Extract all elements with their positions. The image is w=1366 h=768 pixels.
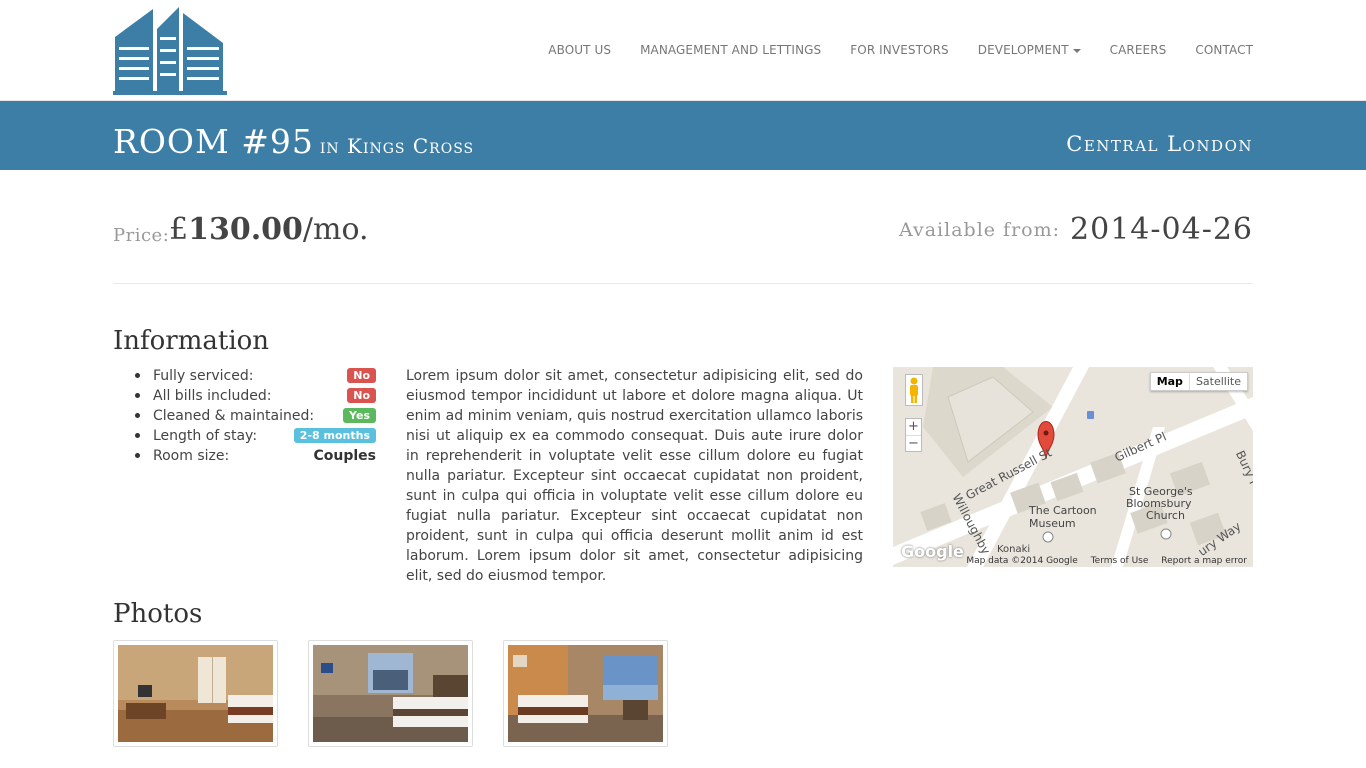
map-place-label: Konaki (997, 544, 1031, 555)
location-map[interactable]: + − Map Satellite Great Russell St Gilbe… (893, 367, 1253, 567)
photo-thumbnail[interactable] (308, 640, 473, 747)
google-logo[interactable]: Google (901, 542, 964, 561)
map-place-label: The Cartoon (1029, 504, 1097, 517)
bedroom-photo-1 (118, 645, 273, 742)
map-place-label: Church (1146, 509, 1185, 522)
map-type-control: Map Satellite (1149, 372, 1248, 391)
room-size-value: Couples (313, 448, 376, 464)
map-report-error-link[interactable]: Report a map error (1161, 556, 1247, 566)
photos-heading: Photos (113, 599, 203, 629)
map-type-map-button[interactable]: Map (1151, 373, 1189, 390)
nav-development[interactable]: DEVELOPMENT (978, 43, 1081, 57)
caret-down-icon (1072, 48, 1081, 53)
price-value: £130.00/mo. (169, 212, 369, 247)
info-list: Fully serviced: No All bills included: No … (135, 366, 376, 466)
info-label: Cleaned & maintained: (153, 408, 315, 424)
room-name: ROOM #95 (113, 122, 314, 161)
list-item: All bills included: No (135, 386, 376, 406)
list-item: Fully serviced: No (135, 366, 376, 386)
navbar: ABOUT US MANAGEMENT AND LETTINGS FOR INV… (0, 0, 1366, 101)
status-badge: No (347, 368, 376, 383)
info-label: Length of stay: (153, 428, 258, 444)
company-logo[interactable] (113, 7, 227, 95)
status-badge: Yes (343, 408, 376, 423)
map-terms-link[interactable]: Terms of Use (1091, 556, 1149, 566)
main-nav: ABOUT US MANAGEMENT AND LETTINGS FOR INV… (519, 0, 1253, 100)
street-view-pegman-icon[interactable] (905, 374, 923, 406)
nav-about-us[interactable]: ABOUT US (548, 43, 611, 57)
map-footer: Map data ©2014 Google Terms of Use Repor… (956, 556, 1247, 566)
room-region: Central London (1066, 132, 1253, 156)
list-item: Length of stay: 2-8 months (135, 426, 376, 446)
price-label: Price: (113, 225, 170, 246)
price-row: Price: £130.00/mo. Available from: 2014-0… (113, 212, 1253, 262)
information-heading: Information (113, 326, 270, 356)
zoom-out-button[interactable]: − (906, 435, 921, 451)
zoom-in-button[interactable]: + (906, 419, 921, 435)
nav-development-label: DEVELOPMENT (977, 43, 1069, 57)
info-label: All bills included: (153, 388, 272, 404)
divider (113, 283, 1253, 284)
map-data-credit: Map data ©2014 Google (966, 556, 1078, 566)
room-location: in Kings Cross (319, 134, 475, 158)
nav-careers[interactable]: CAREERS (1110, 43, 1167, 57)
price-period: /mo. (302, 212, 369, 247)
price-amount: 130.00 (188, 212, 303, 247)
nav-contact[interactable]: CONTACT (1195, 43, 1253, 57)
room-description: Lorem ipsum dolor sit amet, consectetur … (406, 368, 863, 584)
availability: Available from: 2014-04-26 (899, 212, 1253, 247)
available-label: Available from: (899, 219, 1061, 241)
info-label: Room size: (153, 448, 230, 464)
map-tiles[interactable] (893, 367, 1253, 567)
list-item: Room size: Couples (135, 446, 376, 466)
room-banner: ROOM #95 in Kings Cross Central London (0, 101, 1366, 170)
nav-for-investors[interactable]: FOR INVESTORS (850, 43, 948, 57)
bedroom-photo-3 (508, 645, 663, 742)
nav-management-lettings[interactable]: MANAGEMENT AND LETTINGS (640, 43, 821, 57)
photo-thumbnail[interactable] (503, 640, 668, 747)
info-label: Fully serviced: (153, 368, 254, 384)
list-item: Cleaned & maintained: Yes (135, 406, 376, 426)
bedroom-photo-2 (313, 645, 468, 742)
photo-thumbnail[interactable] (113, 640, 278, 747)
zoom-control: + − (905, 418, 922, 452)
status-badge: No (347, 388, 376, 403)
map-type-satellite-button[interactable]: Satellite (1188, 373, 1247, 390)
map-place-label: Museum (1029, 517, 1076, 530)
available-date: 2014-04-26 (1070, 212, 1253, 247)
price-currency: £ (169, 212, 189, 247)
page-title: ROOM #95 in Kings Cross (113, 122, 474, 161)
status-badge: 2-8 months (293, 428, 376, 443)
